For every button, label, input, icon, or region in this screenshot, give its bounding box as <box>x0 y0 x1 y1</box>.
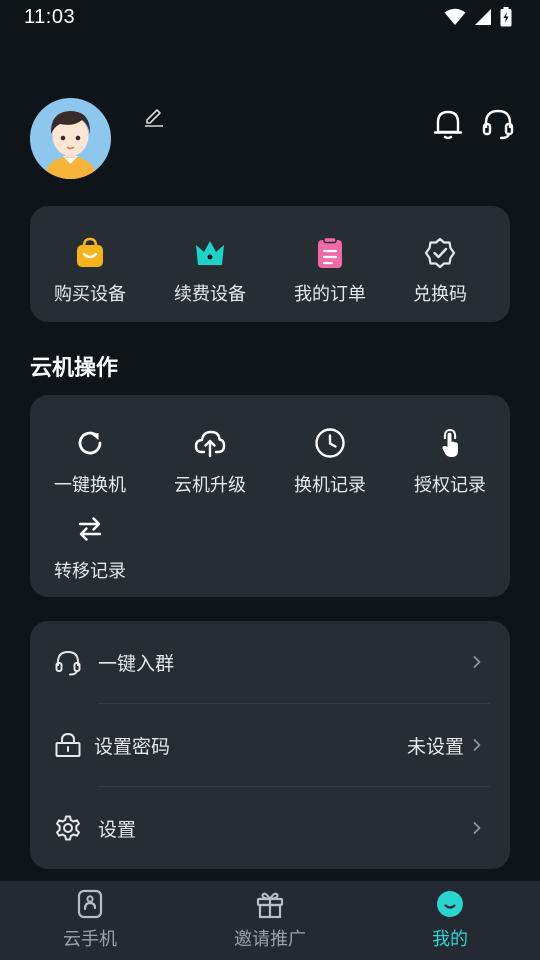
gift-icon <box>256 892 284 919</box>
avatar-illustration <box>30 98 111 179</box>
status-bar: 11:03 <box>0 0 540 34</box>
bell-icon[interactable] <box>430 106 466 142</box>
gear-icon <box>56 815 80 841</box>
wifi-icon <box>444 8 466 25</box>
order-clipboard-icon <box>318 236 342 268</box>
settings-row[interactable]: 设置 <box>30 787 510 869</box>
cloud-upload-icon <box>194 430 226 458</box>
buy-device-label: 购买设备 <box>54 284 126 305</box>
crown-icon <box>196 241 224 265</box>
transfer-history-button[interactable]: 转移记录 <box>30 513 150 583</box>
authorization-history-label: 授权记录 <box>414 475 486 496</box>
tab-cloud-phone-label: 云手机 <box>63 929 117 950</box>
tab-invite-promotion-label: 邀请推广 <box>234 929 306 950</box>
tab-mine-label: 我的 <box>432 929 468 950</box>
touch-hand-icon <box>442 428 458 457</box>
renew-device-label: 续费设备 <box>174 284 246 305</box>
customer-service-headset-icon[interactable] <box>480 106 516 142</box>
set-password-label: 设置密码 <box>94 735 171 758</box>
buy-device-button[interactable]: 购买设备 <box>30 236 150 306</box>
lock-icon <box>55 732 81 757</box>
one-click-switch-button[interactable]: 一键换机 <box>30 427 150 497</box>
cloud-operations-title: 云机操作 <box>30 356 119 381</box>
cloud-upgrade-button[interactable]: 云机升级 <box>150 427 270 497</box>
chevron-right-icon <box>473 822 481 834</box>
quick-actions-card: 购买设备 续费设备 我的订单 兑换码 <box>30 206 510 322</box>
tab-invite-promotion[interactable]: 邀请推广 <box>210 889 330 951</box>
cloud-upgrade-label: 云机升级 <box>174 475 246 496</box>
transfer-history-label: 转移记录 <box>54 561 126 582</box>
set-password-row[interactable]: 设置密码 未设置 <box>30 704 510 786</box>
face-icon <box>437 891 463 917</box>
chevron-right-icon <box>473 656 481 668</box>
redeem-code-button[interactable]: 兑换码 <box>380 236 500 306</box>
badge-check-icon <box>424 237 456 269</box>
cloud-operations-card: 一键换机 云机升级 换机记录 授权记录 转移记录 <box>30 395 510 597</box>
avatar[interactable] <box>30 98 111 179</box>
profile-header <box>30 98 516 180</box>
shopping-bag-icon <box>77 237 103 267</box>
renew-device-button[interactable]: 续费设备 <box>150 236 270 306</box>
tab-cloud-phone[interactable]: 云手机 <box>30 889 150 951</box>
join-group-label: 一键入群 <box>98 652 175 675</box>
edit-pencil-icon[interactable] <box>142 104 166 128</box>
switch-history-label: 换机记录 <box>294 475 366 496</box>
my-orders-button[interactable]: 我的订单 <box>270 236 390 306</box>
tab-mine[interactable]: 我的 <box>390 889 510 951</box>
battery-icon <box>500 7 512 27</box>
join-group-row[interactable]: 一键入群 <box>30 621 510 703</box>
redeem-code-label: 兑换码 <box>413 284 467 305</box>
switch-history-button[interactable]: 换机记录 <box>270 427 390 497</box>
authorization-history-button[interactable]: 授权记录 <box>390 427 510 497</box>
bottom-tab-bar: 云手机 邀请推广 我的 <box>0 881 540 960</box>
password-status-value: 未设置 <box>406 735 464 758</box>
status-time: 11:03 <box>24 5 76 28</box>
status-icons <box>444 7 512 27</box>
one-click-switch-label: 一键换机 <box>54 475 126 496</box>
swap-arrows-icon <box>78 517 102 541</box>
refresh-icon <box>78 431 102 455</box>
headset-icon <box>55 650 81 676</box>
clock-icon <box>315 428 345 458</box>
settings-menu-card: 一键入群 设置密码 未设置 设置 <box>30 621 510 869</box>
settings-label: 设置 <box>98 818 137 841</box>
chevron-right-icon <box>473 739 481 751</box>
cell-signal-icon <box>475 9 491 25</box>
my-orders-label: 我的订单 <box>294 284 366 305</box>
phone-cloud-icon <box>77 889 103 919</box>
